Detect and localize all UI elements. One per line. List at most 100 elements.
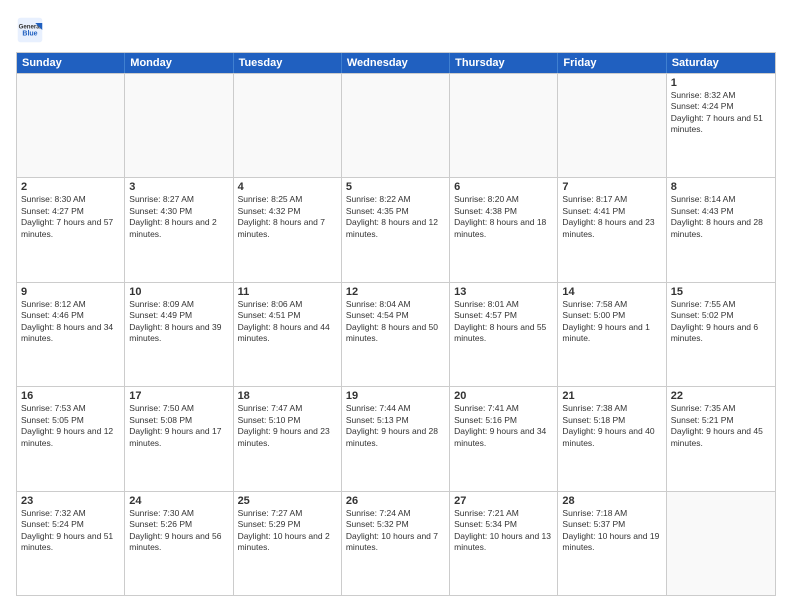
calendar-cell: 23Sunrise: 7:32 AM Sunset: 5:24 PM Dayli… <box>17 492 125 595</box>
day-info: Sunrise: 8:25 AM Sunset: 4:32 PM Dayligh… <box>238 194 337 240</box>
calendar-page: General Blue SundayMondayTuesdayWednesda… <box>0 0 792 612</box>
day-number: 14 <box>562 286 661 298</box>
day-number: 26 <box>346 495 445 507</box>
day-number: 15 <box>671 286 771 298</box>
day-info: Sunrise: 7:27 AM Sunset: 5:29 PM Dayligh… <box>238 508 337 554</box>
calendar-cell: 20Sunrise: 7:41 AM Sunset: 5:16 PM Dayli… <box>450 387 558 490</box>
day-number: 10 <box>129 286 228 298</box>
calendar-cell: 3Sunrise: 8:27 AM Sunset: 4:30 PM Daylig… <box>125 178 233 281</box>
calendar-cell <box>558 74 666 177</box>
day-number: 7 <box>562 181 661 193</box>
day-number: 4 <box>238 181 337 193</box>
day-number: 21 <box>562 390 661 402</box>
day-info: Sunrise: 8:32 AM Sunset: 4:24 PM Dayligh… <box>671 90 771 136</box>
day-info: Sunrise: 8:22 AM Sunset: 4:35 PM Dayligh… <box>346 194 445 240</box>
calendar-cell <box>234 74 342 177</box>
logo-icon: General Blue <box>16 16 44 44</box>
day-number: 23 <box>21 495 120 507</box>
calendar-cell: 28Sunrise: 7:18 AM Sunset: 5:37 PM Dayli… <box>558 492 666 595</box>
day-number: 16 <box>21 390 120 402</box>
calendar-row: 16Sunrise: 7:53 AM Sunset: 5:05 PM Dayli… <box>17 386 775 490</box>
calendar-cell <box>667 492 775 595</box>
calendar-row: 2Sunrise: 8:30 AM Sunset: 4:27 PM Daylig… <box>17 177 775 281</box>
day-info: Sunrise: 8:30 AM Sunset: 4:27 PM Dayligh… <box>21 194 120 240</box>
calendar-row: 23Sunrise: 7:32 AM Sunset: 5:24 PM Dayli… <box>17 491 775 595</box>
calendar-cell: 4Sunrise: 8:25 AM Sunset: 4:32 PM Daylig… <box>234 178 342 281</box>
day-info: Sunrise: 8:04 AM Sunset: 4:54 PM Dayligh… <box>346 299 445 345</box>
calendar-cell <box>125 74 233 177</box>
day-info: Sunrise: 8:06 AM Sunset: 4:51 PM Dayligh… <box>238 299 337 345</box>
weekday-header: Friday <box>558 53 666 73</box>
weekday-header: Monday <box>125 53 233 73</box>
day-number: 6 <box>454 181 553 193</box>
calendar-cell: 14Sunrise: 7:58 AM Sunset: 5:00 PM Dayli… <box>558 283 666 386</box>
day-number: 12 <box>346 286 445 298</box>
calendar-cell: 6Sunrise: 8:20 AM Sunset: 4:38 PM Daylig… <box>450 178 558 281</box>
weekday-header: Wednesday <box>342 53 450 73</box>
calendar-cell: 27Sunrise: 7:21 AM Sunset: 5:34 PM Dayli… <box>450 492 558 595</box>
calendar-cell: 7Sunrise: 8:17 AM Sunset: 4:41 PM Daylig… <box>558 178 666 281</box>
calendar-cell: 24Sunrise: 7:30 AM Sunset: 5:26 PM Dayli… <box>125 492 233 595</box>
svg-text:Blue: Blue <box>22 30 37 37</box>
day-info: Sunrise: 7:18 AM Sunset: 5:37 PM Dayligh… <box>562 508 661 554</box>
weekday-header: Sunday <box>17 53 125 73</box>
day-number: 20 <box>454 390 553 402</box>
calendar-cell <box>342 74 450 177</box>
day-number: 24 <box>129 495 228 507</box>
day-number: 25 <box>238 495 337 507</box>
day-info: Sunrise: 8:14 AM Sunset: 4:43 PM Dayligh… <box>671 194 771 240</box>
day-info: Sunrise: 7:58 AM Sunset: 5:00 PM Dayligh… <box>562 299 661 345</box>
day-info: Sunrise: 7:21 AM Sunset: 5:34 PM Dayligh… <box>454 508 553 554</box>
day-number: 22 <box>671 390 771 402</box>
calendar-row: 9Sunrise: 8:12 AM Sunset: 4:46 PM Daylig… <box>17 282 775 386</box>
calendar-cell: 11Sunrise: 8:06 AM Sunset: 4:51 PM Dayli… <box>234 283 342 386</box>
calendar-cell: 10Sunrise: 8:09 AM Sunset: 4:49 PM Dayli… <box>125 283 233 386</box>
calendar-cell: 8Sunrise: 8:14 AM Sunset: 4:43 PM Daylig… <box>667 178 775 281</box>
day-info: Sunrise: 8:20 AM Sunset: 4:38 PM Dayligh… <box>454 194 553 240</box>
day-info: Sunrise: 7:44 AM Sunset: 5:13 PM Dayligh… <box>346 403 445 449</box>
calendar-cell: 18Sunrise: 7:47 AM Sunset: 5:10 PM Dayli… <box>234 387 342 490</box>
calendar-cell: 25Sunrise: 7:27 AM Sunset: 5:29 PM Dayli… <box>234 492 342 595</box>
day-info: Sunrise: 7:38 AM Sunset: 5:18 PM Dayligh… <box>562 403 661 449</box>
calendar-cell <box>17 74 125 177</box>
calendar-cell: 16Sunrise: 7:53 AM Sunset: 5:05 PM Dayli… <box>17 387 125 490</box>
day-number: 8 <box>671 181 771 193</box>
day-info: Sunrise: 7:30 AM Sunset: 5:26 PM Dayligh… <box>129 508 228 554</box>
day-number: 2 <box>21 181 120 193</box>
calendar-cell: 5Sunrise: 8:22 AM Sunset: 4:35 PM Daylig… <box>342 178 450 281</box>
calendar-cell: 12Sunrise: 8:04 AM Sunset: 4:54 PM Dayli… <box>342 283 450 386</box>
calendar-cell <box>450 74 558 177</box>
weekday-header: Tuesday <box>234 53 342 73</box>
day-number: 27 <box>454 495 553 507</box>
day-number: 1 <box>671 77 771 89</box>
weekday-header: Saturday <box>667 53 775 73</box>
day-number: 13 <box>454 286 553 298</box>
calendar-cell: 22Sunrise: 7:35 AM Sunset: 5:21 PM Dayli… <box>667 387 775 490</box>
day-info: Sunrise: 8:12 AM Sunset: 4:46 PM Dayligh… <box>21 299 120 345</box>
weekday-header: Thursday <box>450 53 558 73</box>
calendar: SundayMondayTuesdayWednesdayThursdayFrid… <box>16 52 776 596</box>
day-info: Sunrise: 7:53 AM Sunset: 5:05 PM Dayligh… <box>21 403 120 449</box>
day-number: 18 <box>238 390 337 402</box>
day-info: Sunrise: 7:50 AM Sunset: 5:08 PM Dayligh… <box>129 403 228 449</box>
header: General Blue <box>16 16 776 44</box>
day-info: Sunrise: 8:27 AM Sunset: 4:30 PM Dayligh… <box>129 194 228 240</box>
calendar-cell: 19Sunrise: 7:44 AM Sunset: 5:13 PM Dayli… <box>342 387 450 490</box>
day-info: Sunrise: 7:24 AM Sunset: 5:32 PM Dayligh… <box>346 508 445 554</box>
day-info: Sunrise: 8:09 AM Sunset: 4:49 PM Dayligh… <box>129 299 228 345</box>
calendar-cell: 21Sunrise: 7:38 AM Sunset: 5:18 PM Dayli… <box>558 387 666 490</box>
calendar-cell: 15Sunrise: 7:55 AM Sunset: 5:02 PM Dayli… <box>667 283 775 386</box>
day-info: Sunrise: 8:01 AM Sunset: 4:57 PM Dayligh… <box>454 299 553 345</box>
calendar-cell: 17Sunrise: 7:50 AM Sunset: 5:08 PM Dayli… <box>125 387 233 490</box>
day-number: 9 <box>21 286 120 298</box>
logo: General Blue <box>16 16 44 44</box>
calendar-cell: 2Sunrise: 8:30 AM Sunset: 4:27 PM Daylig… <box>17 178 125 281</box>
day-info: Sunrise: 7:35 AM Sunset: 5:21 PM Dayligh… <box>671 403 771 449</box>
day-number: 5 <box>346 181 445 193</box>
day-info: Sunrise: 7:32 AM Sunset: 5:24 PM Dayligh… <box>21 508 120 554</box>
day-info: Sunrise: 7:55 AM Sunset: 5:02 PM Dayligh… <box>671 299 771 345</box>
day-info: Sunrise: 8:17 AM Sunset: 4:41 PM Dayligh… <box>562 194 661 240</box>
calendar-cell: 1Sunrise: 8:32 AM Sunset: 4:24 PM Daylig… <box>667 74 775 177</box>
day-number: 3 <box>129 181 228 193</box>
calendar-cell: 13Sunrise: 8:01 AM Sunset: 4:57 PM Dayli… <box>450 283 558 386</box>
